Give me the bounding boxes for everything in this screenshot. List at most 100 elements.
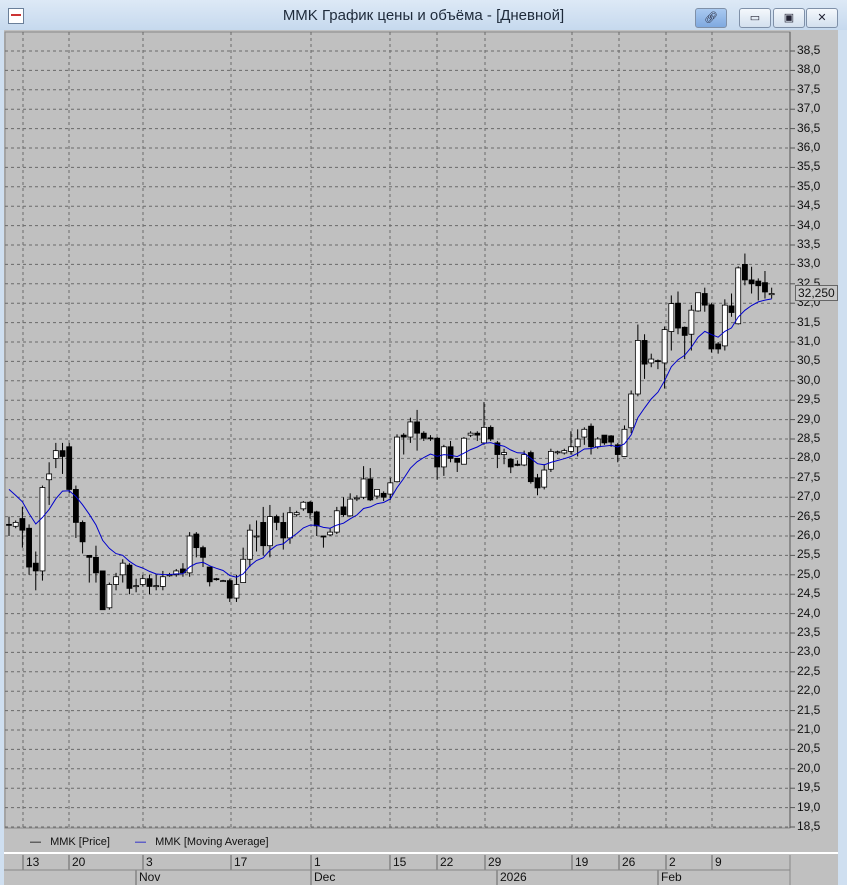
x-month-label: Nov bbox=[139, 870, 161, 884]
candle-up bbox=[360, 478, 367, 498]
candle-up bbox=[521, 454, 528, 466]
x-month-label: 2026 bbox=[500, 870, 527, 884]
candle-up bbox=[568, 446, 574, 452]
x-day-label: 1 bbox=[314, 855, 321, 869]
candle-up bbox=[695, 292, 701, 312]
candle-up bbox=[581, 428, 588, 438]
y-tick-label: 29,0 bbox=[797, 411, 821, 426]
legend-ma-label: MMK [Moving Average] bbox=[155, 836, 269, 848]
y-tick-label: 20,0 bbox=[797, 760, 821, 775]
candle-down bbox=[59, 450, 66, 457]
legend: — MMK [Price] — MMK [Moving Average] bbox=[30, 836, 275, 848]
candle-up bbox=[721, 304, 728, 347]
price-chart[interactable] bbox=[0, 0, 847, 885]
last-price-label: 32,250 bbox=[795, 285, 838, 301]
y-tick-label: 31,5 bbox=[797, 314, 821, 329]
candle-up bbox=[688, 309, 695, 335]
candle-down bbox=[93, 556, 99, 574]
candle-up bbox=[159, 576, 166, 587]
candle-down bbox=[601, 434, 608, 444]
candle-up bbox=[333, 510, 340, 533]
candle-up bbox=[220, 580, 226, 583]
candle-down bbox=[427, 437, 434, 440]
candle-down bbox=[701, 293, 708, 306]
x-day-label: 13 bbox=[26, 855, 40, 869]
candle-down bbox=[206, 566, 213, 583]
y-tick-label: 19,5 bbox=[797, 780, 821, 795]
y-tick-label: 21,0 bbox=[797, 722, 821, 736]
y-tick-label: 22,0 bbox=[797, 683, 821, 698]
candle-up bbox=[387, 482, 394, 495]
legend-price-label: MMK [Price] bbox=[50, 836, 110, 848]
candle-up bbox=[119, 562, 126, 576]
y-tick-label: 37,0 bbox=[797, 101, 821, 116]
candle-down bbox=[400, 434, 407, 438]
candle-down bbox=[715, 343, 722, 350]
candle-up bbox=[39, 487, 46, 572]
candle-up bbox=[106, 584, 113, 609]
y-tick-label: 34,5 bbox=[797, 198, 821, 213]
candle-down bbox=[708, 304, 715, 350]
candle-down bbox=[146, 578, 153, 587]
candle-down bbox=[447, 446, 454, 459]
candle-down bbox=[474, 432, 481, 436]
candle-down bbox=[487, 426, 494, 440]
candle-up bbox=[300, 501, 307, 510]
x-month-label: Feb bbox=[661, 870, 682, 884]
candle-up bbox=[153, 585, 160, 588]
candle-up bbox=[634, 340, 641, 395]
candle-up bbox=[407, 421, 414, 438]
candle-up bbox=[233, 584, 240, 599]
y-tick-label: 27,0 bbox=[797, 489, 821, 504]
candle-up bbox=[467, 432, 474, 436]
candle-up bbox=[668, 303, 675, 332]
candle-down bbox=[755, 280, 762, 287]
candle-down bbox=[307, 501, 313, 514]
x-day-label: 22 bbox=[440, 855, 454, 869]
candle-up bbox=[287, 512, 293, 539]
candle-down bbox=[641, 340, 648, 365]
y-tick-label: 22,5 bbox=[797, 663, 821, 678]
candle-up bbox=[768, 293, 775, 296]
y-tick-label: 37,5 bbox=[797, 81, 821, 96]
candle-down bbox=[507, 458, 514, 468]
candle-down bbox=[420, 432, 427, 439]
y-tick-label: 26,5 bbox=[797, 508, 821, 523]
y-tick-label: 28,0 bbox=[797, 450, 821, 465]
candle-up bbox=[661, 329, 668, 364]
y-tick-label: 30,5 bbox=[797, 353, 821, 368]
candle-up bbox=[461, 437, 467, 465]
x-day-label: 2 bbox=[669, 855, 676, 869]
y-tick-label: 21,5 bbox=[797, 702, 821, 717]
y-tick-label: 30,0 bbox=[797, 372, 821, 387]
candle-up bbox=[440, 446, 447, 468]
y-tick-label: 36,0 bbox=[797, 140, 821, 154]
candle-down bbox=[126, 564, 133, 589]
candle-up bbox=[240, 558, 247, 583]
candle-down bbox=[742, 263, 748, 281]
y-tick-label: 38,0 bbox=[797, 62, 821, 77]
y-tick-label: 34,0 bbox=[797, 217, 821, 232]
candle-down bbox=[260, 522, 267, 547]
candle-down bbox=[608, 435, 614, 443]
x-day-label: 9 bbox=[715, 855, 722, 869]
candle-up bbox=[327, 531, 334, 536]
candle-down bbox=[534, 477, 541, 489]
candle-up bbox=[481, 426, 487, 444]
candle-down bbox=[273, 516, 280, 523]
candle-up bbox=[253, 535, 260, 538]
candle-up bbox=[394, 436, 400, 483]
legend-separator bbox=[4, 852, 838, 854]
y-tick-label: 33,0 bbox=[797, 256, 821, 271]
candle-up bbox=[347, 498, 354, 517]
candle-down bbox=[79, 522, 86, 543]
y-tick-label: 35,5 bbox=[797, 159, 821, 174]
candle-down bbox=[588, 425, 594, 448]
x-day-label: 20 bbox=[72, 855, 86, 869]
candle-down bbox=[675, 302, 681, 329]
candle-down bbox=[681, 326, 688, 336]
candle-down bbox=[32, 562, 39, 572]
y-tick-label: 19,0 bbox=[797, 799, 821, 814]
candle-down bbox=[66, 446, 73, 490]
candle-down bbox=[762, 282, 768, 293]
